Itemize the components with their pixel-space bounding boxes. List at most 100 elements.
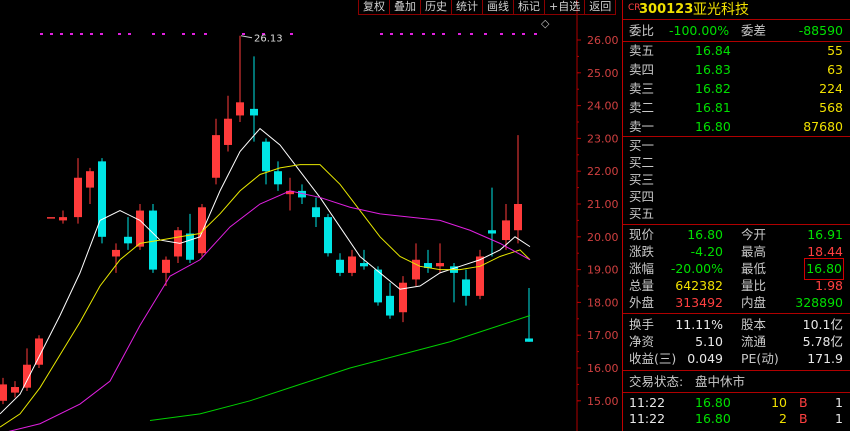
- event-marker: [60, 33, 63, 35]
- event-marker: [242, 33, 245, 35]
- restore-rights-button[interactable]: 复权: [359, 0, 390, 14]
- candle-down: [124, 236, 132, 244]
- divider: [623, 313, 850, 314]
- chart-toolbar: 复权 叠加 历史 统计 画线 标记 +自选 返回: [358, 0, 617, 15]
- candle-up: [59, 217, 67, 221]
- buy-row[interactable]: 买五: [623, 204, 850, 224]
- draw-line-button[interactable]: 画线: [483, 0, 514, 14]
- candle-down: [250, 108, 258, 116]
- sell-row[interactable]: 卖五 16.84 55: [623, 41, 850, 61]
- mark-button[interactable]: 标记: [514, 0, 545, 14]
- candle-up: [399, 282, 407, 313]
- fundamental-value: 0.049: [687, 351, 723, 366]
- sell-row[interactable]: 卖二 16.81 568: [623, 98, 850, 118]
- price-axis-label: 21.00: [587, 198, 619, 211]
- price-axis-label: 16.00: [587, 362, 619, 375]
- candle-down: [360, 263, 368, 267]
- back-button[interactable]: 返回: [585, 0, 617, 14]
- weibi-row: 委比 -100.00% 委差 -88590: [623, 21, 850, 41]
- trade-status-label: 交易状态:: [629, 374, 684, 389]
- candle-down: [374, 269, 382, 303]
- event-marker: [152, 33, 155, 35]
- stat-row: 外盘 313492 内盘 328890: [623, 293, 850, 313]
- event-marker: [118, 33, 121, 35]
- tick-row: 11:22 16.80 2 B 1: [623, 409, 850, 429]
- kline-chart-canvas[interactable]: 26.00 25.00 24.00 23.00 22.00 21.00 20.00 19.00…: [0, 0, 622, 431]
- event-marker: [512, 33, 515, 35]
- candle-up: [23, 364, 31, 388]
- price-axis-label: 26.00: [587, 34, 619, 47]
- candle-up: [212, 135, 220, 178]
- high-marker-line: [240, 35, 253, 39]
- sell-row[interactable]: 卖四 16.83 63: [623, 60, 850, 80]
- candle-up: [11, 387, 19, 393]
- sell-price: 16.82: [695, 81, 731, 96]
- kline-chart[interactable]: 26.00 25.00 24.00 23.00 22.00 21.00 20.00 19.00…: [0, 0, 622, 431]
- candle-up: [348, 256, 356, 273]
- candle-up: [476, 256, 484, 296]
- price-axis-label: 20.00: [587, 231, 619, 244]
- event-marker: [40, 33, 43, 35]
- candle-down: [462, 279, 470, 296]
- candle-up: [112, 249, 120, 257]
- event-marker: [80, 33, 83, 35]
- stock-header: CR 300123 亚光科技: [623, 0, 850, 20]
- sell-volume: 224: [819, 81, 843, 96]
- stat-value: 328890: [795, 295, 843, 310]
- event-marker: [182, 33, 185, 35]
- fundamental-label: 收益(三): [629, 351, 677, 366]
- price-axis-label: 19.00: [587, 264, 619, 277]
- weibi-value: -100.00%: [669, 23, 730, 38]
- trade-status-row: 交易状态: 盘中休市: [623, 372, 850, 392]
- event-marker: [432, 33, 435, 35]
- event-marker: [442, 33, 445, 35]
- candle-down: [336, 259, 344, 273]
- event-marker: [90, 33, 93, 35]
- sell-label: 卖五: [629, 43, 655, 58]
- candle-up: [162, 259, 170, 273]
- overlay-button[interactable]: 叠加: [390, 0, 421, 14]
- sell-row[interactable]: 卖三 16.82 224: [623, 79, 850, 99]
- candle-up: [0, 384, 7, 401]
- tick-volume: 2: [779, 411, 787, 426]
- price-axis-label: 22.00: [587, 165, 619, 178]
- sell-label: 卖三: [629, 81, 655, 96]
- fundamental-row: 收益(三) 0.049 PE(动) 171.9: [623, 349, 850, 369]
- weibi-label: 委比: [629, 23, 655, 38]
- stat-label: 内盘: [741, 295, 767, 310]
- tick-side: B: [799, 411, 808, 426]
- sell-price: 16.84: [695, 43, 731, 58]
- buy-label: 买五: [629, 206, 655, 221]
- event-marker: [290, 33, 293, 35]
- candle-up: [136, 210, 144, 247]
- candle-up: [198, 207, 206, 254]
- quote-panel: CR 300123 亚光科技 委比 -100.00% 委差 -88590 卖五 …: [622, 0, 850, 431]
- candle-down: [312, 207, 320, 218]
- sell-volume: 55: [827, 43, 843, 58]
- event-marker: [162, 33, 165, 35]
- stock-name: 亚光科技: [693, 2, 749, 18]
- price-axis-label: 25.00: [587, 67, 619, 80]
- tick-count: 1: [835, 411, 843, 426]
- price-axis-label: 15.00: [587, 395, 619, 408]
- sell-label: 卖一: [629, 119, 655, 134]
- history-button[interactable]: 历史: [421, 0, 452, 14]
- candle-down: [149, 210, 157, 270]
- event-marker: [70, 33, 73, 35]
- candle-up: [224, 118, 232, 145]
- sell-row[interactable]: 卖一 16.80 87680: [623, 117, 850, 137]
- diamond-icon[interactable]: ◇: [541, 17, 549, 30]
- event-marker: [534, 33, 537, 35]
- candle-down: [262, 141, 270, 172]
- fundamental-label: PE(动): [741, 351, 779, 366]
- event-marker: [128, 33, 131, 35]
- event-marker: [50, 33, 53, 35]
- candle-down: [98, 161, 106, 237]
- price-axis-label: 23.00: [587, 132, 619, 145]
- statistics-button[interactable]: 统计: [452, 0, 483, 14]
- add-watchlist-button[interactable]: +自选: [545, 0, 586, 14]
- stat-label: 外盘: [629, 295, 655, 310]
- candle-down: [274, 171, 282, 185]
- candle-up: [47, 217, 55, 219]
- event-marker: [204, 33, 207, 35]
